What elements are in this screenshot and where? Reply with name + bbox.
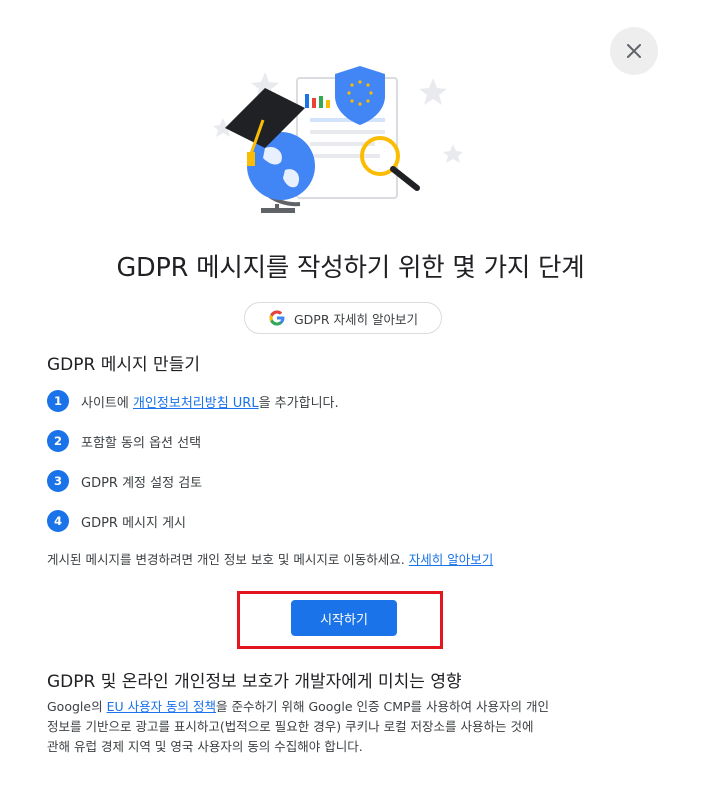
star-icon xyxy=(419,78,447,105)
note-text: 게시된 메시지를 변경하려면 개인 정보 보호 및 메시지로 이동하세요. xyxy=(47,552,405,567)
step-text-prefix: 사이트에 xyxy=(81,395,133,411)
privacy-policy-url-link[interactable]: 개인정보처리방침 URL xyxy=(133,392,259,411)
gdpr-illustration xyxy=(213,66,463,213)
step-3: 3 GDPR 계정 설정 검토 xyxy=(47,469,339,493)
paragraph-line-1: Google의 EU 사용자 동의 정책을 준수하기 위해 Google 인증 … xyxy=(47,697,667,717)
learn-more-link[interactable]: 자세히 알아보기 xyxy=(409,552,493,567)
start-button[interactable]: 시작하기 xyxy=(291,600,397,636)
paragraph-text: Google의 xyxy=(47,699,107,714)
learn-chip-label: GDPR 자세히 알아보기 xyxy=(294,311,418,327)
step-number-badge: 2 xyxy=(47,430,69,452)
step-2: 2 포함할 동의 옵션 선택 xyxy=(47,429,339,453)
step-text: 포함할 동의 옵션 선택 xyxy=(81,435,202,451)
step-number-badge: 3 xyxy=(47,470,69,492)
star-icon xyxy=(443,144,463,163)
learn-more-gdpr-chip[interactable]: GDPR 자세히 알아보기 xyxy=(244,302,442,334)
dialog-title: GDPR 메시지를 작성하기 위한 몇 가지 단계 xyxy=(116,253,585,283)
steps-list: 1 사이트에 개인정보처리방침 URL 을 추가합니다. 2 포함할 동의 옵션 … xyxy=(47,389,339,549)
paragraph-text: 을 준수하기 위해 Google 인증 CMP를 사용하여 사용자의 개인 xyxy=(216,699,549,714)
step-number-badge: 1 xyxy=(47,390,69,412)
step-text: GDPR 메시지 게시 xyxy=(81,515,187,531)
step-text: GDPR 계정 설정 검토 xyxy=(81,475,203,491)
impact-section-title: GDPR 및 온라인 개인정보 보호가 개발자에게 미치는 영향 xyxy=(47,672,462,692)
google-g-icon xyxy=(269,310,285,326)
step-text-suffix: 을 추가합니다. xyxy=(258,395,339,411)
close-icon xyxy=(627,44,641,58)
step-1: 1 사이트에 개인정보처리방침 URL 을 추가합니다. xyxy=(47,389,339,413)
impact-paragraph: Google의 EU 사용자 동의 정책을 준수하기 위해 Google 인증 … xyxy=(47,697,667,757)
edit-message-note: 게시된 메시지를 변경하려면 개인 정보 보호 및 메시지로 이동하세요. 자세… xyxy=(47,549,493,568)
step-4: 4 GDPR 메시지 게시 xyxy=(47,509,339,533)
paragraph-line-2: 정보를 기반으로 광고를 표시하고(법적으로 필요한 경우) 쿠키나 로컬 저장… xyxy=(47,719,534,734)
eu-user-consent-policy-link[interactable]: EU 사용자 동의 정책 xyxy=(107,699,216,714)
close-button[interactable] xyxy=(610,27,658,75)
step-number-badge: 4 xyxy=(47,510,69,532)
create-section-title: GDPR 메시지 만들기 xyxy=(47,355,200,375)
paragraph-line-3: 관해 유럽 경제 지역 및 영국 사용자의 동의 수집해야 합니다. xyxy=(47,739,363,754)
